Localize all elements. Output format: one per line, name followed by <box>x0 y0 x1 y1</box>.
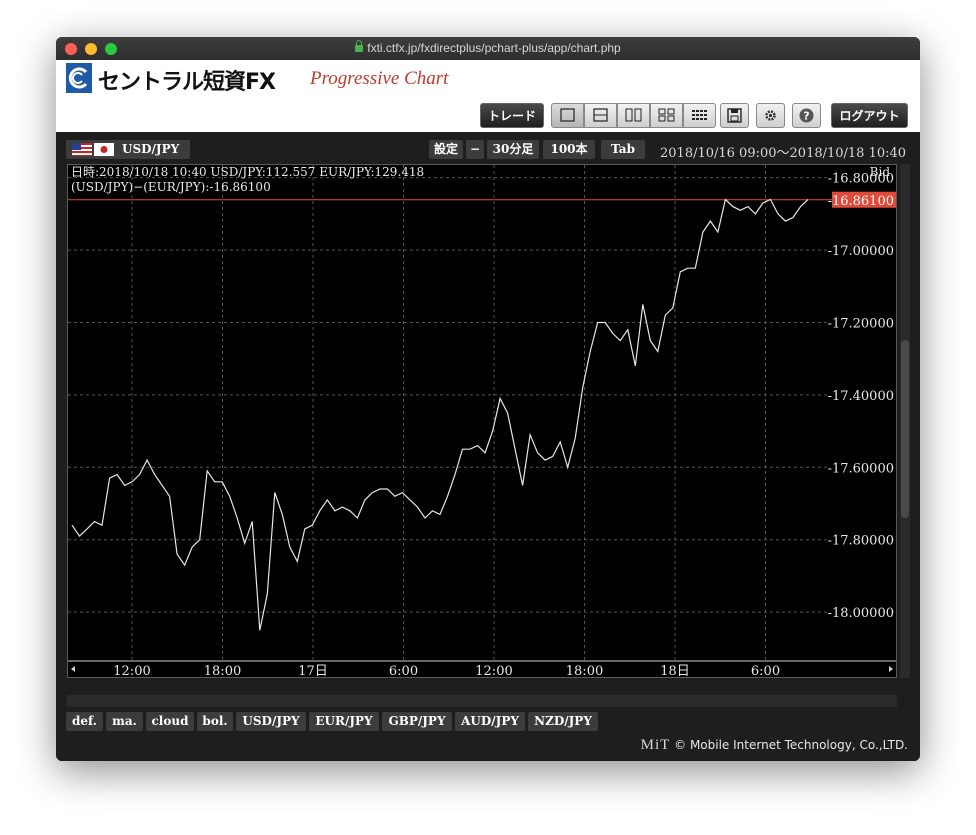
url-text: fxti.ctfx.jp/fxdirectplus/pchart-plus/ap… <box>367 41 621 55</box>
layout-grid-button[interactable] <box>683 103 716 128</box>
vertical-scrollbar[interactable] <box>900 164 910 678</box>
symbol-label: USD/JPY <box>122 142 180 156</box>
tab-ma[interactable]: ma. <box>106 712 143 731</box>
y-tick-label: -17.80000 <box>828 534 894 549</box>
x-tick-label: 18日 <box>660 664 690 677</box>
date-range: 2018/10/16 09:00〜2018/10/18 10:40 <box>660 146 907 161</box>
bid-label: Bid <box>869 165 890 179</box>
layout-quad-icon <box>658 108 675 122</box>
browser-window: fxti.ctfx.jp/fxdirectplus/pchart-plus/ap… <box>56 37 920 761</box>
flag-usd-jpy-icon <box>72 143 114 156</box>
y-tick-label: -17.20000 <box>828 316 894 331</box>
collapse-button[interactable]: − <box>466 140 484 159</box>
tab-gbp-jpy[interactable]: GBP/JPY <box>382 712 452 731</box>
help-label: ? <box>803 110 809 123</box>
tab-def[interactable]: def. <box>66 712 103 731</box>
layout-columns-icon <box>625 108 642 122</box>
horizontal-scrollbar[interactable] <box>67 695 897 707</box>
tab-eur-jpy[interactable]: EUR/JPY <box>309 712 379 731</box>
chart-toolbar: USD/JPY 設定 − 30分足 100本 Tab 2018/10/16 09… <box>56 132 920 161</box>
x-tick-label: 6:00 <box>389 664 418 677</box>
x-tick-label: 12:00 <box>475 664 512 677</box>
layout-rows-icon <box>593 108 608 122</box>
chart-area: USD/JPY 設定 − 30分足 100本 Tab 2018/10/16 09… <box>56 132 920 761</box>
x-tick-label: 12:00 <box>113 664 150 677</box>
layout-single-button[interactable] <box>551 103 584 128</box>
tab-bol[interactable]: bol. <box>197 712 233 731</box>
help-icon: ? <box>799 108 814 123</box>
x-tick-label: 18:00 <box>204 664 241 677</box>
layout-quad-button[interactable] <box>650 103 683 128</box>
y-tick-label: -17.60000 <box>828 461 894 476</box>
gear-icon <box>765 110 776 121</box>
save-button[interactable] <box>720 103 749 128</box>
logout-button[interactable]: ログアウト <box>831 103 908 128</box>
lock-icon <box>355 40 364 52</box>
layout-columns-button[interactable] <box>617 103 650 128</box>
x-tick-label: 18:00 <box>566 664 603 677</box>
x-tick-label: 17日 <box>298 664 328 677</box>
tab-usd-jpy[interactable]: USD/JPY <box>236 712 306 731</box>
y-tick-label: -18.00000 <box>828 606 894 621</box>
x-tick-label: 6:00 <box>751 664 780 677</box>
scrollbar-thumb[interactable] <box>901 340 909 518</box>
copyright-text: © Mobile Internet Technology, Co.,LTD. <box>674 738 908 752</box>
brand-logo-icon <box>66 63 92 93</box>
y-tick-label: -17.00000 <box>828 244 894 259</box>
timeframe-button[interactable]: 30分足 <box>487 140 539 159</box>
layout-grid-icon <box>692 110 707 120</box>
trade-button[interactable]: トレード <box>480 103 544 128</box>
settings-button[interactable] <box>756 103 785 128</box>
tab-cloud[interactable]: cloud <box>146 712 194 731</box>
help-button[interactable]: ? <box>792 103 821 128</box>
crosshair-readout: 日時:2018/10/18 10:40 USD/JPY:112.557 EUR/… <box>71 165 424 195</box>
layout-single-icon <box>560 108 575 122</box>
layout-rows-button[interactable] <box>584 103 617 128</box>
symbol-selector[interactable]: USD/JPY <box>66 140 190 159</box>
title-bar: fxti.ctfx.jp/fxdirectplus/pchart-plus/ap… <box>56 37 920 61</box>
app-header: セントラル短資FX Progressive Chart トレード ? ログアウト <box>56 60 920 132</box>
scroll-left-arrow-icon <box>71 666 75 672</box>
footer-copyright: MiT © Mobile Internet Technology, Co.,LT… <box>641 737 908 754</box>
chart-plot[interactable]: -16.80000 -17.00000 -17.20000 -17.40000 -17.… <box>67 164 897 678</box>
series-line <box>71 198 809 631</box>
y-tick-label: -17.40000 <box>828 389 894 404</box>
readout-line-2: (USD/JPY)−(EUR/JPY):-16.86100 <box>71 180 271 194</box>
readout-line-1: 日時:2018/10/18 10:40 USD/JPY:112.557 EUR/… <box>71 165 425 179</box>
brand-name: セントラル短資FX <box>98 70 276 95</box>
product-name: Progressive Chart <box>310 68 449 89</box>
settings-menu-button[interactable]: 設定 <box>429 140 463 159</box>
address-bar[interactable]: fxti.ctfx.jp/fxdirectplus/pchart-plus/ap… <box>56 40 920 55</box>
save-icon <box>727 108 742 123</box>
tab-aud-jpy[interactable]: AUD/JPY <box>455 712 525 731</box>
current-price-label: -16.86100 <box>828 194 894 209</box>
scroll-right-arrow-icon <box>889 666 893 672</box>
tab-toggle-button[interactable]: Tab <box>601 140 645 159</box>
tab-nzd-jpy[interactable]: NZD/JPY <box>528 712 598 731</box>
line-chart: -16.80000-17.00000-17.20000-17.40000-17.… <box>68 165 896 677</box>
count-button[interactable]: 100本 <box>543 140 595 159</box>
mit-logo: MiT <box>640 737 671 753</box>
